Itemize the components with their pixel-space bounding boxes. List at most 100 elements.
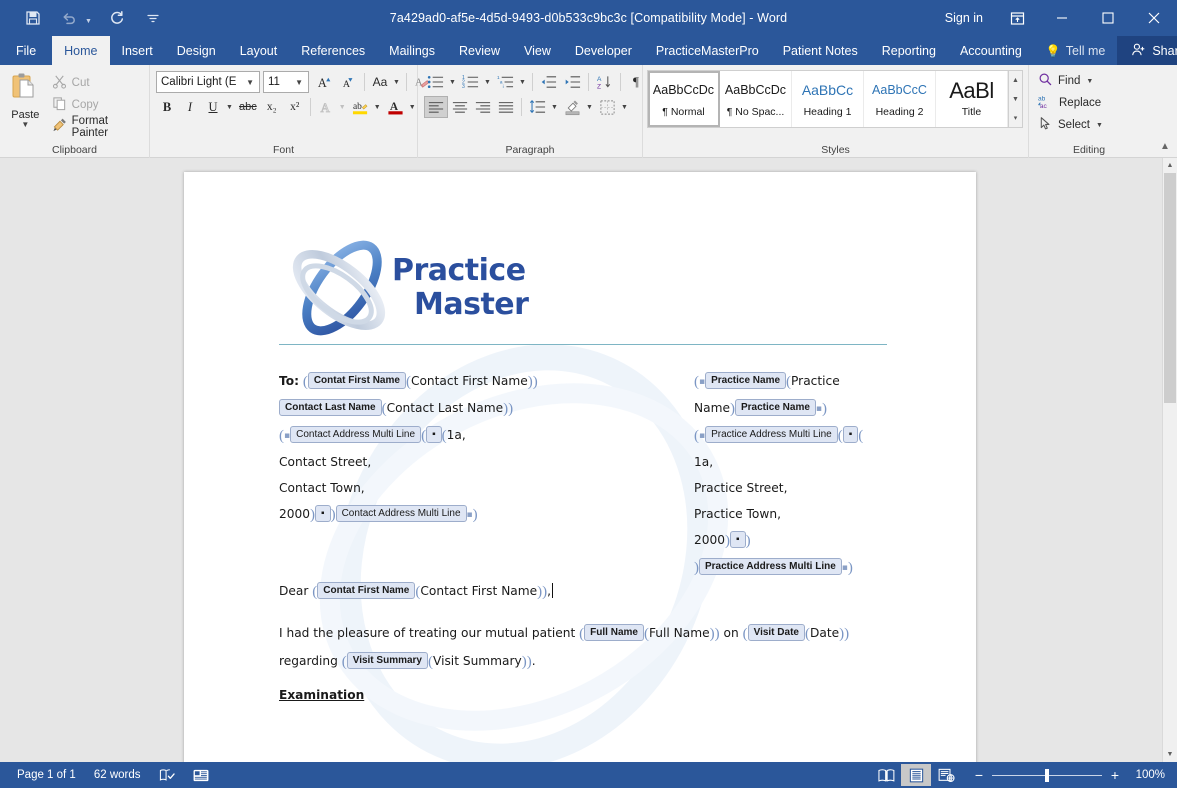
highlight-chevron-down-icon[interactable]: ▼	[372, 104, 383, 111]
ribbon-display-options-icon[interactable]	[995, 0, 1039, 36]
shading-button[interactable]	[561, 96, 584, 118]
multilevel-chevron-down-icon[interactable]: ▼	[517, 79, 528, 86]
cc-tag-practice-name-start[interactable]: Practice Name	[705, 372, 787, 389]
word-count-status[interactable]: 62 words	[85, 764, 150, 786]
bold-button[interactable]: B	[156, 96, 178, 118]
scroll-up-icon[interactable]: ▲	[1163, 158, 1177, 173]
scroll-down-icon[interactable]: ▼	[1163, 747, 1177, 762]
bullets-button[interactable]	[424, 71, 447, 93]
style-title[interactable]: AaBl Title	[936, 71, 1008, 127]
vertical-scrollbar[interactable]: ▲ ▼	[1162, 158, 1177, 762]
tab-mailings[interactable]: Mailings	[377, 36, 447, 65]
italic-button[interactable]: I	[179, 96, 201, 118]
justify-button[interactable]	[495, 96, 517, 118]
undo-dropdown-icon[interactable]: ▼	[85, 18, 92, 29]
paste-dropdown-icon[interactable]: ▼	[21, 121, 29, 129]
cc-tag-contact-address-start[interactable]: Contact Address Multi Line	[290, 426, 422, 443]
print-layout-view-button[interactable]	[901, 764, 931, 786]
page-count-status[interactable]: Page 1 of 1	[8, 764, 85, 786]
subscript-button[interactable]: x₂	[261, 96, 283, 118]
proofing-status-icon[interactable]	[150, 764, 184, 786]
tab-layout[interactable]: Layout	[228, 36, 290, 65]
line-spacing-button[interactable]	[526, 96, 549, 118]
line-spacing-chevron-down-icon[interactable]: ▼	[549, 104, 560, 111]
tab-view[interactable]: View	[512, 36, 563, 65]
styles-scroll-up-icon[interactable]: ▲	[1009, 71, 1022, 90]
style-heading-2[interactable]: AaBbCcC Heading 2	[864, 71, 936, 127]
font-size-chevron-down-icon[interactable]: ▼	[292, 78, 306, 87]
undo-icon[interactable]	[58, 7, 80, 29]
change-case-button[interactable]: Aa	[369, 71, 391, 93]
numbering-chevron-down-icon[interactable]: ▼	[482, 79, 493, 86]
cc-tag-practice-address-close-inner[interactable]: ▪	[730, 531, 746, 548]
zoom-control[interactable]: − +	[961, 768, 1129, 782]
tab-file[interactable]: File	[0, 36, 53, 65]
text-highlight-color-button[interactable]: ab	[349, 96, 372, 118]
shrink-font-button[interactable]: A	[337, 71, 360, 93]
cc-tag-visit-date[interactable]: Visit Date	[747, 624, 805, 641]
numbering-button[interactable]: 123	[459, 71, 482, 93]
styles-gallery-scrollbar[interactable]: ▲ ▼ ▾	[1008, 71, 1022, 127]
style-normal[interactable]: AaBbCcDc ¶ Normal	[648, 71, 720, 127]
find-chevron-down-icon[interactable]: ▼	[1084, 78, 1095, 85]
style-heading-1[interactable]: AaBbCc Heading 1	[792, 71, 864, 127]
cc-tag-contact-address-close-inner[interactable]: ▪	[315, 505, 331, 522]
tab-accounting[interactable]: Accounting	[948, 36, 1034, 65]
zoom-level-label[interactable]: 100%	[1129, 769, 1169, 781]
bullets-chevron-down-icon[interactable]: ▼	[447, 79, 458, 86]
document-page[interactable]: Practice Master To: (Contat First Name (C…	[184, 172, 976, 762]
font-name-combo[interactable]: Calibri Light (E ▼	[156, 71, 260, 93]
cc-tag-practice-address-start[interactable]: Practice Address Multi Line	[705, 426, 838, 443]
tab-developer[interactable]: Developer	[563, 36, 644, 65]
borders-chevron-down-icon[interactable]: ▼	[619, 104, 630, 111]
tab-review[interactable]: Review	[447, 36, 512, 65]
vertical-scrollbar-thumb[interactable]	[1164, 173, 1176, 403]
cc-tag-practice-name-end[interactable]: Practice Name	[734, 399, 816, 416]
cc-tag-full-name[interactable]: Full Name	[584, 624, 644, 641]
change-case-chevron-down-icon[interactable]: ▼	[391, 79, 402, 86]
increase-indent-button[interactable]	[561, 71, 584, 93]
style-no-spacing[interactable]: AaBbCcDc ¶ No Spac...	[720, 71, 792, 127]
cc-tag-contact-first-name[interactable]: Contat First Name	[307, 372, 406, 389]
maximize-button[interactable]	[1085, 0, 1131, 36]
cc-tag-practice-address-end[interactable]: Practice Address Multi Line	[699, 558, 842, 575]
format-painter-button[interactable]: Format Painter	[47, 115, 145, 139]
customize-qat-icon[interactable]	[142, 7, 164, 29]
close-button[interactable]	[1131, 0, 1177, 36]
tab-patient-notes[interactable]: Patient Notes	[771, 36, 870, 65]
tab-design[interactable]: Design	[165, 36, 228, 65]
collapse-ribbon-icon[interactable]: ▲	[1157, 138, 1173, 154]
text-effects-button[interactable]: A	[315, 96, 337, 118]
select-chevron-down-icon[interactable]: ▼	[1094, 122, 1105, 129]
tell-me-box[interactable]: 💡 Tell me	[1034, 36, 1118, 65]
multilevel-list-button[interactable]: 1ai	[494, 71, 517, 93]
cc-tag-practice-address-inner[interactable]: ▪	[842, 426, 859, 443]
tab-references[interactable]: References	[289, 36, 377, 65]
zoom-out-button[interactable]: −	[973, 768, 985, 782]
share-button[interactable]: Share	[1117, 36, 1177, 65]
replace-button[interactable]: ab ac Replace	[1033, 92, 1110, 114]
save-icon[interactable]	[22, 7, 44, 29]
borders-button[interactable]	[596, 96, 619, 118]
sort-button[interactable]: AZ	[593, 71, 616, 93]
font-name-chevron-down-icon[interactable]: ▼	[243, 78, 257, 87]
cc-tag-contact-address-inner[interactable]: ▪	[426, 426, 442, 443]
underline-button[interactable]: U	[202, 96, 224, 118]
text-effects-chevron-down-icon[interactable]: ▼	[337, 104, 348, 111]
shading-chevron-down-icon[interactable]: ▼	[584, 104, 595, 111]
cut-button[interactable]: Cut	[47, 72, 145, 94]
zoom-in-button[interactable]: +	[1109, 768, 1121, 782]
redo-icon[interactable]	[106, 7, 128, 29]
copy-button[interactable]: Copy	[47, 94, 145, 116]
paste-button[interactable]: Paste ▼	[4, 69, 47, 129]
underline-chevron-down-icon[interactable]: ▼	[224, 104, 235, 111]
find-button[interactable]: Find ▼	[1033, 70, 1110, 92]
font-color-chevron-down-icon[interactable]: ▼	[407, 104, 418, 111]
tab-home[interactable]: Home	[52, 36, 110, 65]
align-right-button[interactable]	[472, 96, 494, 118]
sign-in-button[interactable]: Sign in	[933, 11, 995, 25]
contact-address-block[interactable]: To: (Contat First Name (Contact First Nam…	[279, 368, 579, 528]
strikethrough-button[interactable]: abc	[236, 96, 260, 118]
read-mode-view-button[interactable]	[871, 764, 901, 786]
font-size-combo[interactable]: 11 ▼	[263, 71, 309, 93]
